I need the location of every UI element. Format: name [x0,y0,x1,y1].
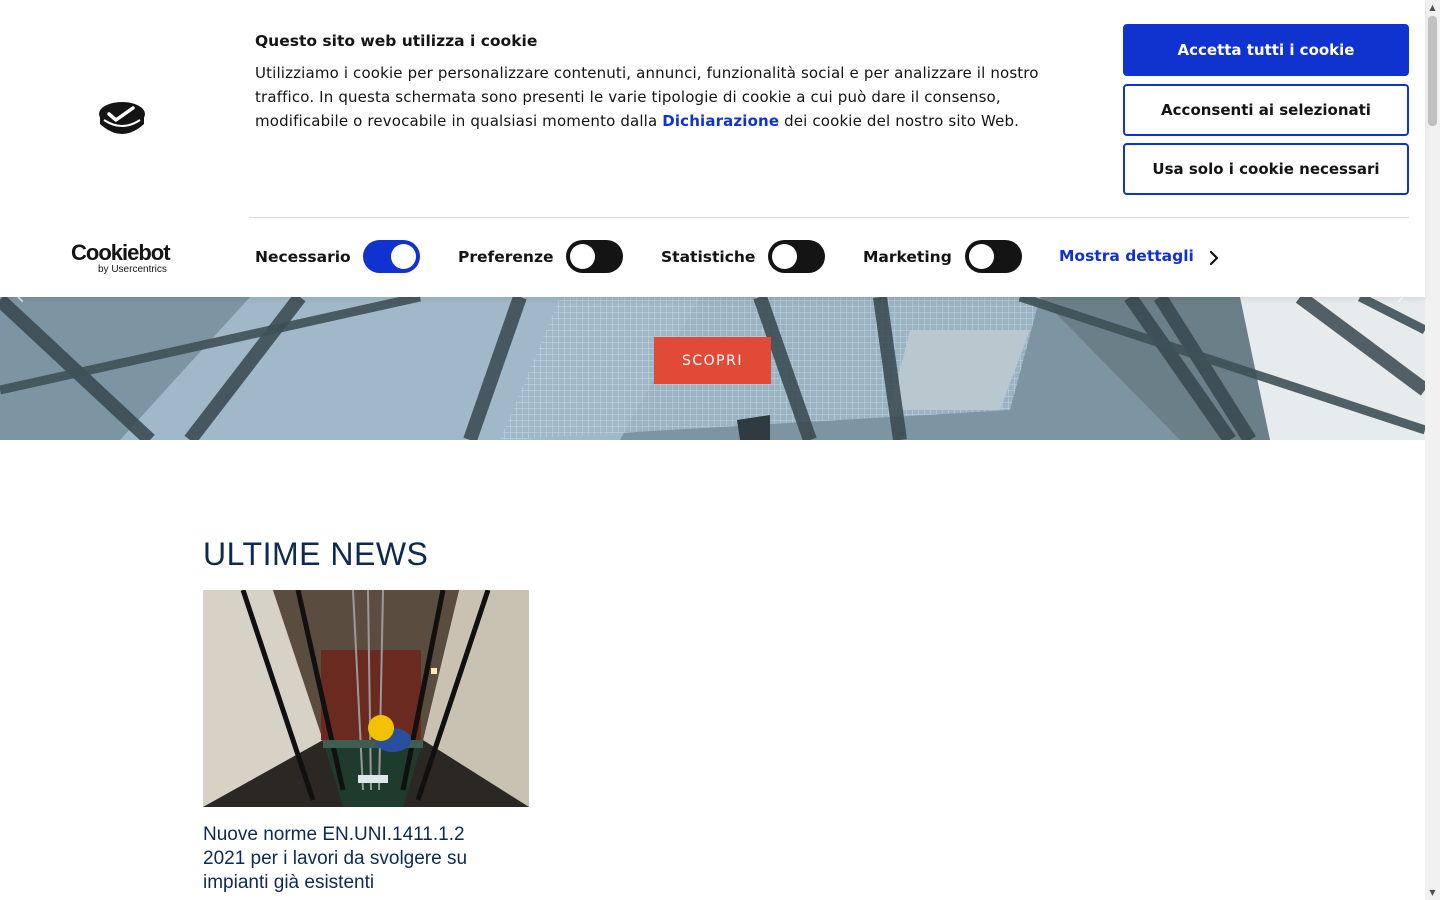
cookiebot-logo-icon [99,102,145,134]
show-details-link[interactable]: Mostra dettagli [1059,247,1194,265]
cookie-banner-divider [249,217,1409,218]
toggle-label-preferenze: Preferenze [458,248,554,266]
toggle-necessario[interactable] [363,240,420,273]
scroll-thumb[interactable] [1428,16,1437,126]
news-card[interactable]: Nuove norme EN.UNI.1411.1.2 2021 per i l… [203,590,529,895]
cookie-banner: Questo sito web utilizza i cookie Utiliz… [0,0,1425,297]
news-title[interactable]: Nuove norme EN.UNI.1411.1.2 2021 per i l… [203,823,503,895]
cookiebot-brand-name: Cookiebot [71,240,171,265]
toggle-preferenze[interactable] [566,240,623,273]
page-scrollbar[interactable]: ▲ ▼ [1425,0,1440,900]
accept-selected-button[interactable]: Acconsenti ai selezionati [1123,84,1409,136]
toggle-statistiche[interactable] [768,240,825,273]
scroll-up-icon[interactable]: ▲ [1425,0,1440,15]
toggle-label-marketing: Marketing [863,248,952,266]
news-image[interactable] [203,590,529,807]
toggle-knob [391,244,416,269]
scopri-button[interactable]: SCOPRI [654,337,771,384]
scroll-down-icon[interactable]: ▼ [1425,885,1440,900]
cookiebot-brand-sub: by Usercentrics [98,264,167,275]
cookiebot-brand: Cookiebot by Usercentrics [71,242,181,276]
cookie-text-after: dei cookie del nostro sito Web. [779,112,1020,130]
toggle-knob [570,244,595,269]
news-section: ULTIME NEWS Nuove norme EN.UNI.1411.1.2 … [203,536,803,893]
chevron-right-icon[interactable] [1208,249,1222,267]
toggle-knob [969,244,994,269]
toggle-label-statistiche: Statistiche [661,248,756,266]
toggle-label-necessario: Necessario [255,248,351,266]
cookie-banner-text: Utilizziamo i cookie per personalizzare … [255,61,1095,133]
toggle-marketing[interactable] [965,240,1022,273]
accept-all-cookies-button[interactable]: Accetta tutti i cookie [1123,24,1409,76]
cookie-declaration-link[interactable]: Dichiarazione [662,112,779,130]
cookie-banner-title: Questo sito web utilizza i cookie [255,32,538,50]
necessary-only-button[interactable]: Usa solo i cookie necessari [1123,143,1409,195]
toggle-knob [772,244,797,269]
news-heading: ULTIME NEWS [203,536,429,572]
